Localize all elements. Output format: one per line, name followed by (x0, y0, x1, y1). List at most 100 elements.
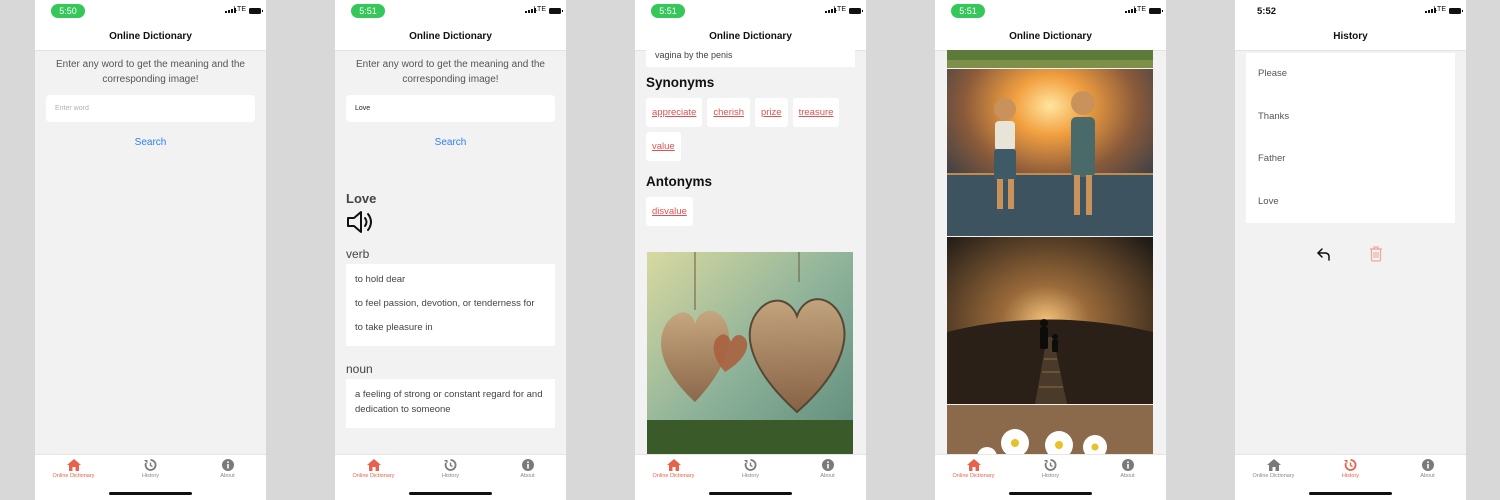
history-item[interactable]: Father (1258, 138, 1443, 181)
trash-icon[interactable] (1369, 246, 1383, 262)
tab-label: About (520, 473, 535, 479)
status-bar: 5:50 LTE (35, 0, 266, 24)
definition-item: to feel passion, devotion, or tenderness… (355, 298, 535, 309)
result-image-railway (947, 237, 1153, 404)
results-content: Enter any word to get the meaning and th… (335, 50, 566, 455)
tab-about[interactable]: About (789, 459, 866, 479)
word-input[interactable] (346, 95, 555, 122)
status-time: 5:51 (351, 4, 385, 18)
status-time: 5:51 (951, 4, 985, 18)
result-word: Love (346, 191, 377, 206)
tab-online-dictionary[interactable]: Online Dictionary (1235, 459, 1312, 479)
status-bar: 5:51 LTE (335, 0, 566, 24)
tab-online-dictionary[interactable]: Online Dictionary (335, 459, 412, 479)
tab-label: Online Dictionary (952, 473, 995, 479)
synonym-link[interactable]: treasure (792, 98, 840, 127)
tab-history[interactable]: History (112, 459, 189, 479)
home-icon (366, 459, 381, 471)
tab-label: About (220, 473, 235, 479)
definition-item: a feeling of strong or constant regard f… (355, 389, 543, 415)
history-actions (1235, 245, 1466, 265)
status-time: 5:51 (651, 4, 685, 18)
definition-list: to hold dear to feel passion, devotion, … (346, 264, 555, 346)
home-indicator (1009, 492, 1092, 495)
info-icon (821, 459, 834, 471)
status-bar: 5:51 LTE (635, 0, 866, 24)
tab-online-dictionary[interactable]: Online Dictionary (635, 459, 712, 479)
synonyms-list: appreciate cherish prize treasure value (646, 98, 855, 161)
antonyms-list: disvalue (646, 197, 855, 226)
tab-history[interactable]: History (712, 459, 789, 479)
screen-synonyms: 5:51 LTE Online Dictionary vagina by the… (635, 0, 866, 500)
home-indicator (1309, 492, 1392, 495)
screen-search-results: 5:51 LTE Online Dictionary Enter any wor… (335, 0, 566, 500)
history-icon (144, 459, 157, 471)
speaker-icon[interactable] (346, 210, 376, 234)
info-icon (521, 459, 534, 471)
history-item[interactable]: Please (1258, 53, 1443, 96)
info-icon (1421, 459, 1434, 471)
status-bar: 5:52 LTE (1235, 0, 1466, 24)
home-indicator (709, 492, 792, 495)
history-item[interactable]: Love (1258, 181, 1443, 224)
synonym-link[interactable]: appreciate (646, 98, 703, 127)
tab-history[interactable]: History (1312, 459, 1389, 479)
tab-online-dictionary[interactable]: Online Dictionary (35, 459, 112, 479)
antonym-link[interactable]: disvalue (646, 197, 693, 226)
synonym-link[interactable]: prize (755, 98, 788, 127)
undo-icon[interactable] (1317, 247, 1331, 261)
part-of-speech: noun (346, 362, 373, 376)
history-item[interactable]: Thanks (1258, 96, 1443, 139)
definition-list: a feeling of strong or constant regard f… (346, 379, 555, 428)
antonyms-heading: Antonyms (646, 174, 713, 189)
tab-about[interactable]: About (489, 459, 566, 479)
tab-bar: Online Dictionary History About (1235, 454, 1466, 500)
synonym-link[interactable]: cherish (707, 98, 750, 127)
tab-label: About (1420, 473, 1435, 479)
definition-item: to hold dear (355, 274, 406, 285)
tab-history[interactable]: History (412, 459, 489, 479)
battery-icon (1449, 8, 1463, 14)
home-icon (66, 459, 81, 471)
synonyms-content: vagina by the penis Synonyms appreciate … (635, 50, 866, 455)
tab-about[interactable]: About (1389, 459, 1466, 479)
images-content (935, 50, 1166, 455)
home-icon (1266, 459, 1281, 471)
definition-item: vagina by the penis (646, 50, 855, 67)
tab-about[interactable]: About (189, 459, 266, 479)
tab-label: History (1041, 473, 1060, 479)
synonym-link[interactable]: value (646, 132, 681, 161)
tab-label: Online Dictionary (352, 473, 395, 479)
tab-history[interactable]: History (1012, 459, 1089, 479)
history-icon (1044, 459, 1057, 471)
part-of-speech: verb (346, 247, 370, 261)
tab-about[interactable]: About (1089, 459, 1166, 479)
word-input[interactable] (46, 95, 255, 122)
tab-bar: Online Dictionary History About (935, 454, 1166, 500)
definition-item: to take pleasure in (355, 322, 433, 333)
home-icon (666, 459, 681, 471)
nav-title: Online Dictionary (635, 24, 866, 51)
tab-bar: Online Dictionary History About (335, 454, 566, 500)
intro-text: Enter any word to get the meaning and th… (55, 59, 245, 85)
tab-label: History (741, 473, 760, 479)
battery-icon (249, 8, 263, 14)
search-button[interactable]: Search (335, 137, 566, 148)
status-time: 5:52 (1257, 6, 1277, 17)
tab-bar: Online Dictionary History About (635, 454, 866, 500)
nav-title: Online Dictionary (335, 24, 566, 51)
nav-title: Online Dictionary (935, 24, 1166, 51)
synonyms-heading: Synonyms (646, 75, 715, 90)
search-content: Enter any word to get the meaning and th… (35, 50, 266, 455)
history-list: Please Thanks Father Love (1246, 53, 1455, 223)
tab-label: History (441, 473, 460, 479)
result-image-children (947, 69, 1153, 236)
info-icon (221, 459, 234, 471)
screen-history: 5:52 LTE History Please Thanks Father Lo… (1235, 0, 1466, 500)
battery-icon (1149, 8, 1163, 14)
info-icon (1121, 459, 1134, 471)
tab-label: Online Dictionary (1252, 473, 1295, 479)
tab-online-dictionary[interactable]: Online Dictionary (935, 459, 1012, 479)
battery-icon (549, 8, 563, 14)
search-button[interactable]: Search (35, 137, 266, 148)
